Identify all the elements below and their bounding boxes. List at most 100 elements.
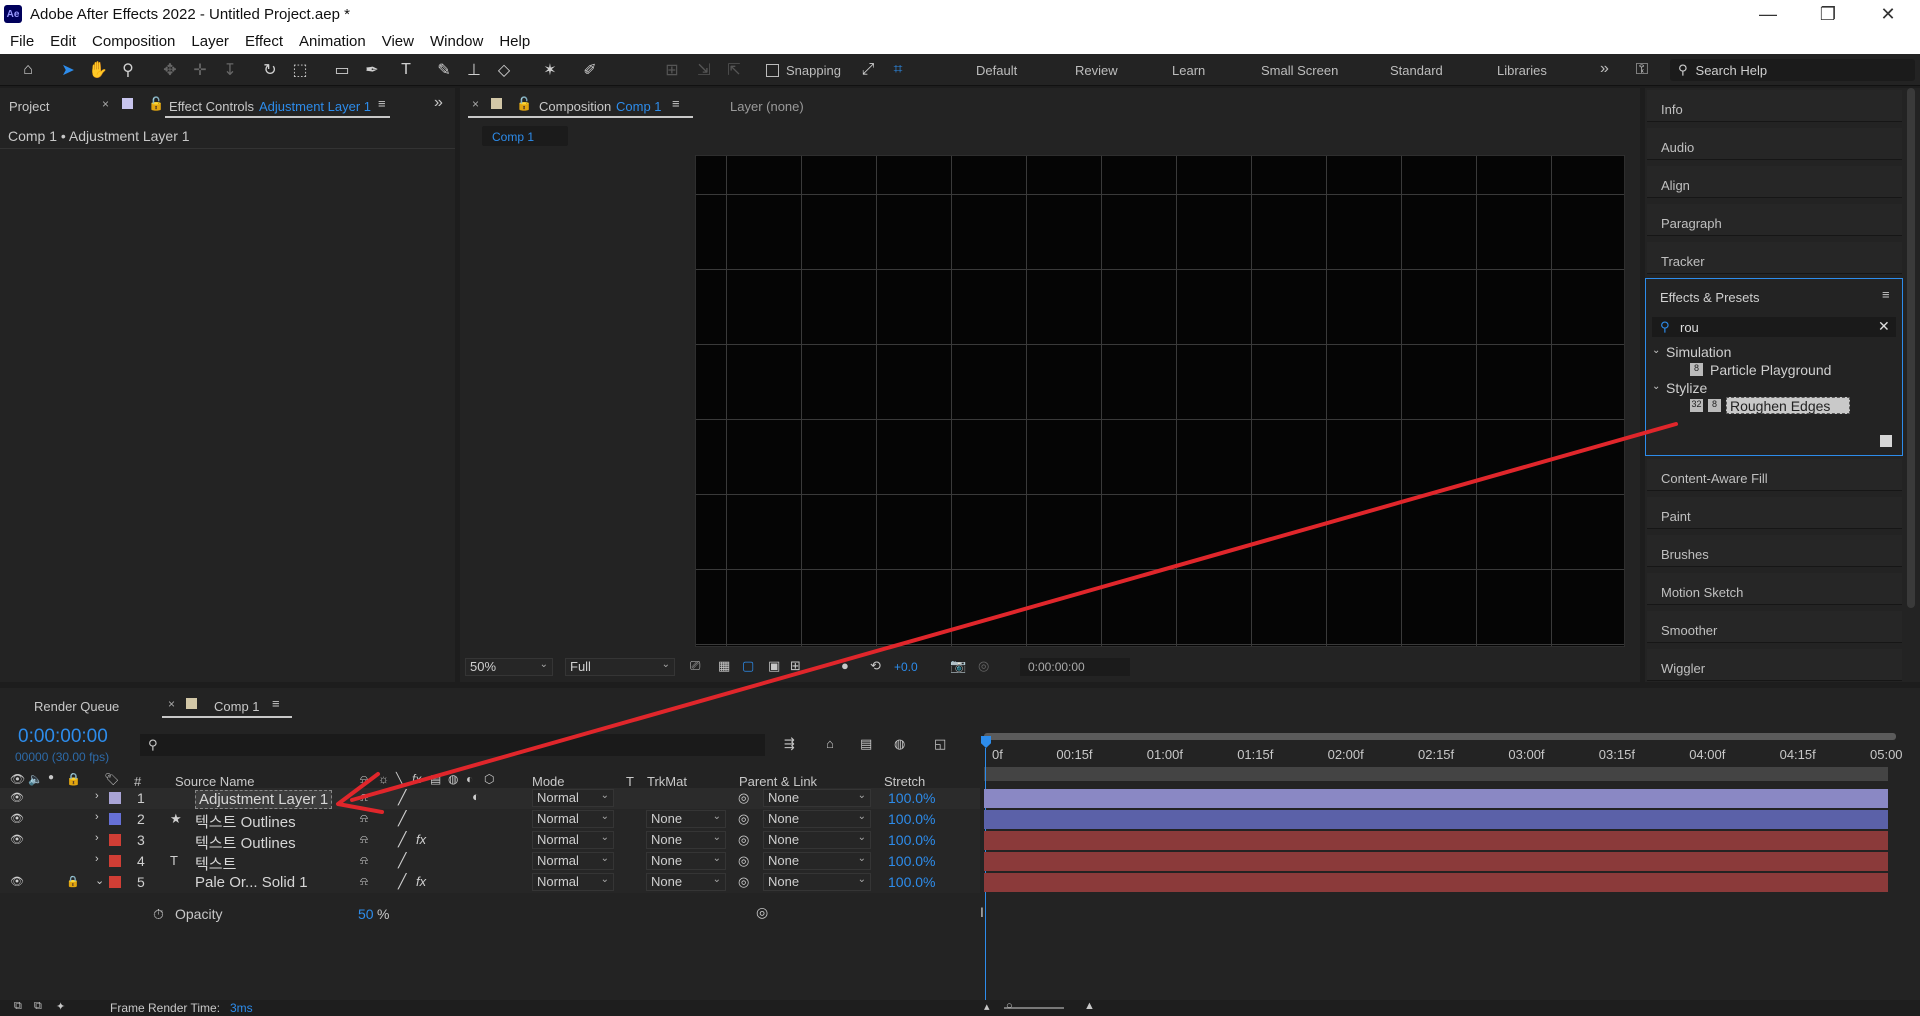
paragraph-panel-header[interactable]: Paragraph xyxy=(1647,204,1902,236)
fast-previews-icon[interactable]: ⎚ xyxy=(690,658,700,674)
anchor-point-tool-icon[interactable]: ⬚ xyxy=(288,58,312,82)
orbit-camera-icon[interactable]: ✥ xyxy=(158,58,182,82)
lock-icon[interactable]: 🔓 xyxy=(148,96,164,112)
quality-switch-icon[interactable]: ╱ xyxy=(398,831,406,848)
lock-icon[interactable]: 🔒 xyxy=(66,875,80,888)
eye-icon[interactable]: 👁 xyxy=(10,875,24,888)
layer-duration-bar[interactable] xyxy=(984,852,1888,871)
layer-name[interactable]: Pale Or... Solid 1 xyxy=(195,874,308,891)
menu-layer[interactable]: Layer xyxy=(191,33,229,50)
tab-composition[interactable]: Composition xyxy=(539,99,611,114)
column-source-name[interactable]: Source Name xyxy=(175,774,254,789)
stretch-value[interactable]: 100.0% xyxy=(888,790,935,806)
label-color-swatch[interactable] xyxy=(109,834,121,846)
shy-switch-icon[interactable]: ⍾ xyxy=(360,790,368,805)
grid-guides-icon[interactable]: ⊞ xyxy=(790,658,801,674)
reset-exposure-icon[interactable]: ⟲ xyxy=(870,658,881,674)
layer-name[interactable]: 텍스트 xyxy=(195,853,236,874)
stretch-value[interactable]: 100.0% xyxy=(888,811,935,827)
menu-animation[interactable]: Animation xyxy=(299,33,366,50)
comp-panel-menu-icon[interactable]: ≡ xyxy=(672,96,680,111)
workspace-default[interactable]: Default xyxy=(976,63,1017,78)
pick-whip-icon[interactable]: ◎ xyxy=(738,790,749,806)
clear-search-icon[interactable]: ✕ xyxy=(1878,318,1890,335)
label-color-swatch[interactable] xyxy=(109,876,121,888)
chevron-down-icon[interactable]: ⌄ xyxy=(95,874,104,887)
pick-whip-icon[interactable]: ◎ xyxy=(738,853,749,869)
audio-panel-header[interactable]: Audio xyxy=(1647,128,1902,160)
frame-blending-icon[interactable]: ◍ xyxy=(894,736,905,752)
transparency-grid-icon[interactable]: ▦ xyxy=(718,658,730,674)
current-time-display[interactable]: 0:00:00:00 xyxy=(1020,658,1130,676)
shy-switch-icon[interactable]: ⍾ xyxy=(360,853,368,868)
chevron-right-icon[interactable]: › xyxy=(95,853,99,865)
workspace-standard[interactable]: Standard xyxy=(1390,63,1443,78)
local-axis-icon[interactable]: ⇲ xyxy=(692,58,716,82)
layer-duration-bar[interactable] xyxy=(984,789,1888,808)
comp-lock-icon[interactable]: 🔓 xyxy=(516,96,532,112)
tab-effect-controls[interactable]: Effect Controls xyxy=(169,99,254,114)
stretch-value[interactable]: 100.0% xyxy=(888,832,935,848)
layer-row[interactable]: 👁 › 1 Adjustment Layer 1 ⍾ ╱ ◐ Normal ⌄ ◎ None ⌄ 100… xyxy=(0,788,980,809)
resolution-dropdown[interactable]: Full ⌄ xyxy=(565,658,675,676)
label-color-swatch[interactable] xyxy=(109,813,121,825)
draft-3d-icon[interactable]: ⌂ xyxy=(826,736,834,751)
chevron-right-icon[interactable]: › xyxy=(95,811,99,823)
menu-view[interactable]: View xyxy=(382,33,414,50)
menu-effect[interactable]: Effect xyxy=(245,33,283,50)
mode-dropdown[interactable]: Normal ⌄ xyxy=(532,873,614,891)
layer-row[interactable]: 👁 › 2 ★ 텍스트 Outlines ⍾ ╱ Normal ⌄ None ⌄ ◎ None ⌄ 100.… xyxy=(0,809,980,832)
hand-tool-icon[interactable]: ✋ xyxy=(86,58,110,82)
new-folder-icon[interactable] xyxy=(1880,435,1892,447)
align-panel-header[interactable]: Align xyxy=(1647,166,1902,198)
layer-name[interactable]: 텍스트 Outlines xyxy=(195,832,296,853)
zoom-dropdown[interactable]: 50% ⌄ xyxy=(465,658,553,676)
stopwatch-icon[interactable]: ⏱ xyxy=(153,906,164,923)
render-status-icon[interactable]: ⧉ xyxy=(14,1000,22,1013)
time-navigator[interactable] xyxy=(984,767,1888,781)
timeline-current-time[interactable]: 0:00:00:00 xyxy=(18,726,108,748)
label-color-swatch[interactable] xyxy=(109,855,121,867)
tab-effect-controls-layer[interactable]: Adjustment Layer 1 xyxy=(259,99,371,114)
menu-edit[interactable]: Edit xyxy=(50,33,76,50)
dolly-camera-icon[interactable]: ↧ xyxy=(218,58,242,82)
trkmat-dropdown[interactable]: None ⌄ xyxy=(646,831,726,849)
composition-viewer[interactable] xyxy=(695,155,1625,647)
layer-duration-bar[interactable] xyxy=(984,810,1888,829)
menu-file[interactable]: File xyxy=(10,33,34,50)
work-area-bar[interactable] xyxy=(984,733,1896,740)
snap-edges-icon[interactable]: ⌗ xyxy=(886,58,910,82)
tab-project[interactable]: Project xyxy=(9,99,49,114)
layer-name[interactable]: 텍스트 Outlines xyxy=(195,811,296,832)
zoom-in-icon[interactable]: ▲ xyxy=(1084,1000,1095,1012)
more-workspaces-button[interactable]: » xyxy=(1600,60,1609,78)
effects-search-input[interactable]: ⚲ rou ✕ xyxy=(1652,317,1896,337)
paint-panel-header[interactable]: Paint xyxy=(1647,497,1902,529)
snap-feature-icon[interactable]: ⤢ xyxy=(856,58,880,82)
mode-dropdown[interactable]: Normal ⌄ xyxy=(532,831,614,849)
close-tab-icon[interactable]: × xyxy=(102,97,109,111)
mode-dropdown[interactable]: Normal ⌄ xyxy=(532,789,614,807)
maximize-button[interactable]: ❐ xyxy=(1800,0,1856,28)
puppet-pin-tool-icon[interactable]: ✐ xyxy=(578,58,602,82)
effects-group-simulation[interactable]: Simulation xyxy=(1666,344,1731,360)
pick-whip-icon[interactable]: ◎ xyxy=(756,904,768,921)
hide-shy-layers-icon[interactable]: ▤ xyxy=(860,736,872,752)
trkmat-dropdown[interactable]: None ⌄ xyxy=(646,852,726,870)
shy-switch-icon[interactable]: ⍾ xyxy=(360,874,368,889)
layer-row[interactable]: › 4 T 텍스트 ⍾ ╱ Normal ⌄ None ⌄ ◎ None ⌄ 100.0% xyxy=(0,851,980,874)
quality-switch-icon[interactable]: ╱ xyxy=(398,789,406,806)
pen-tool-icon[interactable]: ✒ xyxy=(360,58,384,82)
shy-switch-icon[interactable]: ⍾ xyxy=(360,832,368,847)
mask-visibility-icon[interactable]: ▢ xyxy=(742,658,754,674)
graph-editor-icon[interactable]: ◱ xyxy=(934,736,946,752)
trkmat-dropdown[interactable]: None ⌄ xyxy=(646,810,726,828)
pick-whip-icon[interactable]: ◎ xyxy=(738,832,749,848)
shy-switch-icon[interactable]: ⍾ xyxy=(360,811,368,826)
timeline-panel-menu-icon[interactable]: ≡ xyxy=(272,696,280,711)
expand-modes-icon[interactable]: ⧉ xyxy=(34,1000,42,1013)
adjustment-layer-switch-icon[interactable]: ◐ xyxy=(472,789,480,804)
rotation-tool-icon[interactable]: ↻ xyxy=(258,58,282,82)
switches-toggle-icon[interactable]: ✦ xyxy=(56,1000,65,1013)
brushes-panel-header[interactable]: Brushes xyxy=(1647,535,1902,567)
